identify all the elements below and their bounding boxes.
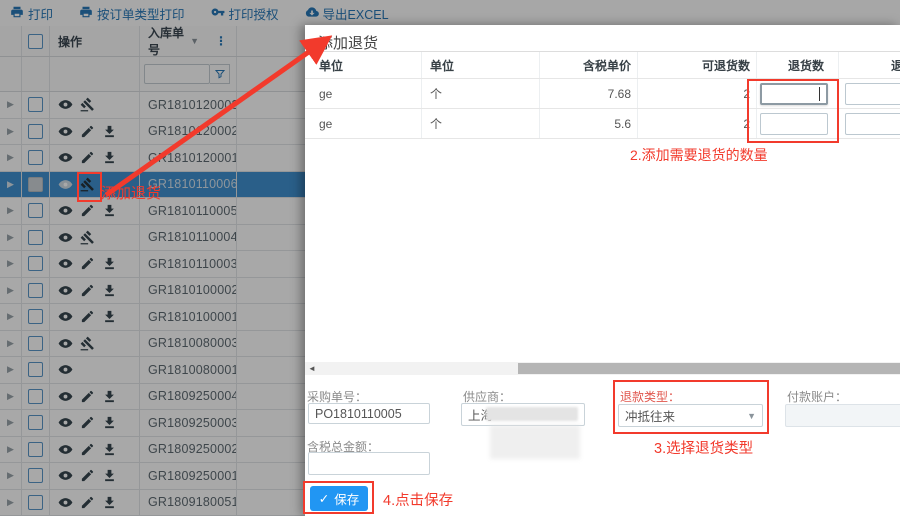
po-number-input[interactable] — [308, 403, 430, 424]
return-item-row: ge 个 5.6 2 — [305, 109, 900, 139]
return-qty-input[interactable] — [760, 112, 828, 135]
item-unit-1: ge — [305, 79, 422, 108]
item-price-with-tax: 7.68 — [540, 79, 638, 108]
return-items-table: 单位 单位 含税单价 可退货数 退货数 退 ge 个 7.68 2 ge 个 5.6 2 — [305, 51, 900, 139]
modal-title: 添加退货 — [318, 35, 379, 52]
item-return-qty-cell — [757, 109, 839, 138]
item-return-qty-cell — [757, 79, 839, 108]
refund-type-select[interactable]: 冲抵往来 ▼ — [618, 404, 763, 427]
return-amount-input[interactable] — [845, 112, 900, 135]
header-return-qty: 退货数 — [757, 52, 839, 78]
item-return-amount-cell — [839, 79, 900, 108]
scroll-left-arrow-icon[interactable]: ◄ — [308, 364, 316, 373]
header-returnable-qty: 可退货数 — [638, 52, 757, 78]
add-return-modal: 添加退货 单位 单位 含税单价 可退货数 退货数 退 ge 个 7.68 2 ge 个 5.… — [305, 25, 900, 516]
save-button[interactable]: ✓ 保存 — [310, 486, 368, 511]
horizontal-scrollbar[interactable]: ◄ — [305, 362, 900, 375]
total-amount-input[interactable] — [308, 452, 430, 475]
return-amount-input[interactable] — [845, 82, 900, 105]
header-unit-2: 单位 — [422, 52, 540, 78]
screen: 打印按订单类型打印打印授权导出EXCEL 操作 入库单号 ▼ ⋮ 状态 — [0, 0, 900, 516]
refund-type-label: 退款类型： — [620, 390, 681, 404]
supplier-redaction-overflow — [490, 425, 580, 459]
return-qty-wrap — [760, 82, 828, 105]
supplier-redaction — [486, 407, 578, 421]
item-price-with-tax: 5.6 — [540, 109, 638, 138]
payment-account-label: 付款账户： — [787, 390, 848, 404]
item-unit-2: 个 — [422, 109, 540, 138]
return-qty-wrap — [760, 112, 828, 135]
return-table-body: ge 个 7.68 2 ge 个 5.6 2 — [305, 79, 900, 139]
header-return-amount-partial: 退 — [891, 58, 900, 73]
refund-type-value: 冲抵往来 — [625, 410, 676, 424]
chevron-down-icon: ▼ — [747, 410, 756, 421]
supplier-input[interactable]: 上海 — [461, 403, 585, 426]
check-icon: ✓ — [318, 492, 330, 506]
item-returnable-qty: 2 — [638, 109, 757, 138]
header-price-with-tax: 含税单价 — [540, 52, 638, 78]
item-unit-1: ge — [305, 109, 422, 138]
item-unit-2: 个 — [422, 79, 540, 108]
return-item-row: ge 个 7.68 2 — [305, 79, 900, 109]
item-return-amount-cell — [839, 109, 900, 138]
text-cursor — [818, 86, 820, 101]
header-unit-1: 单位 — [305, 52, 422, 78]
scrollbar-thumb[interactable] — [518, 363, 900, 374]
payment-account-select[interactable]: ▼ — [785, 404, 900, 427]
item-returnable-qty: 2 — [638, 79, 757, 108]
save-button-label: 保存 — [334, 493, 360, 507]
return-table-header: 单位 单位 含税单价 可退货数 退货数 退 — [305, 52, 900, 79]
